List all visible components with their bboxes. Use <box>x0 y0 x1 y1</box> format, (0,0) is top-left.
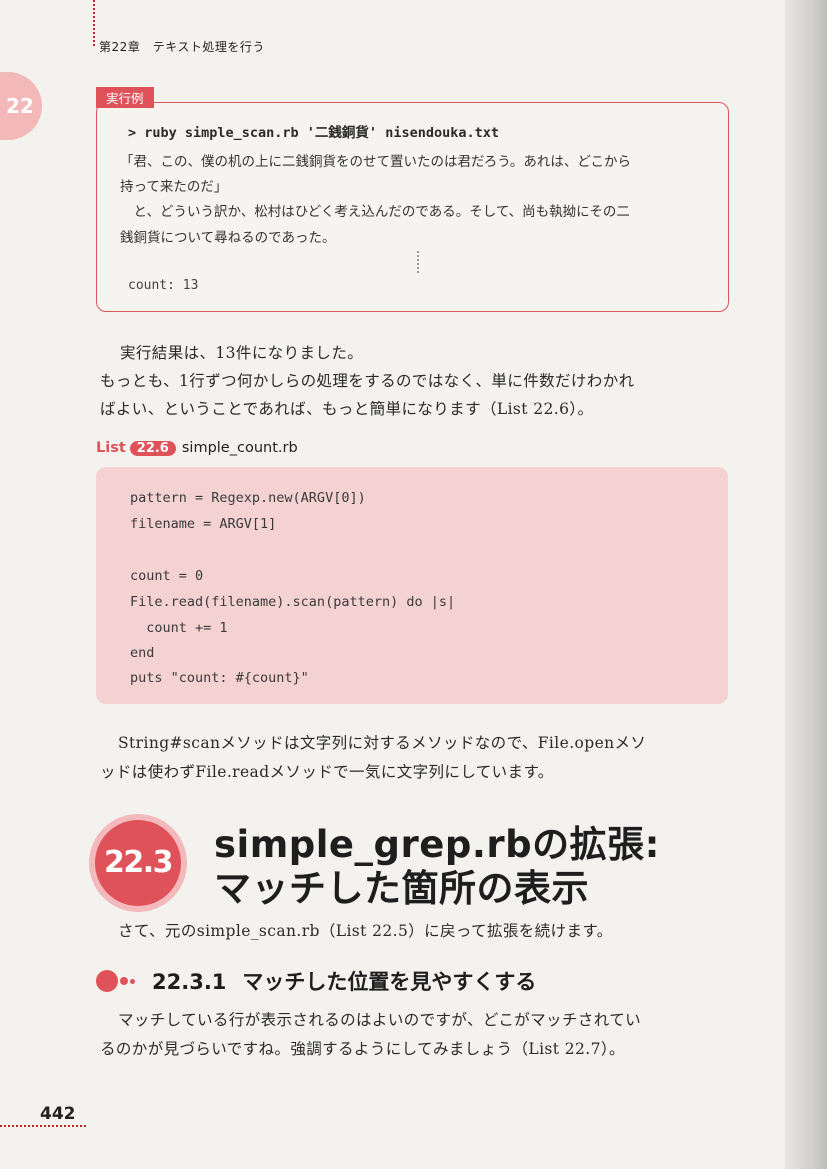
body-text-line: るのかが見づらいですね。強調するようにしてみましょう（List 22.7）。 <box>100 1040 625 1058</box>
section-number-badge: 22.3 <box>95 820 181 906</box>
chapter-header: 第22章 テキスト処理を行う <box>99 40 265 54</box>
code-line: File.read(filename).scan(pattern) do |s| <box>130 594 456 610</box>
subsection-number: 22.3.1 <box>152 970 227 994</box>
code-line: end <box>130 645 155 661</box>
code-line: puts "count: #{count}" <box>130 670 309 686</box>
code-line: pattern = Regexp.new(ARGV[0]) <box>130 490 366 506</box>
execution-count: count: 13 <box>128 278 199 293</box>
list-label: List <box>96 440 126 456</box>
header-dotted-rule <box>93 0 95 46</box>
code-line: filename = ARGV[1] <box>130 516 277 532</box>
body-text-line: ッドは使わずFile.readメソッドで一気に文字列にしています。 <box>100 763 554 781</box>
execution-output-line: と、どういう訳か、松村はひどく考え込んだのである。そして、尚も執拗にその二 <box>120 204 630 220</box>
body-text-line: 実行結果は、13件になりました。 <box>120 344 364 362</box>
execution-output-line: 持って来たのだ」 <box>120 179 228 195</box>
execution-output-line: 銭銅貨について尋ねるのであった。 <box>120 230 336 246</box>
body-text-line: もっとも、1行ずつ何かしらの処理をするのではなく、単に件数だけわかれ <box>100 372 635 390</box>
list-number-badge: 22.6 <box>129 441 176 456</box>
execution-example-label: 実行例 <box>96 87 154 108</box>
section-number: 22.3 <box>103 845 174 880</box>
subsection-title: マッチした位置を見やすくする <box>242 970 537 994</box>
body-text-line: さて、元のsimple_scan.rb（List 22.5）に戻って拡張を続けま… <box>118 922 613 940</box>
list-title: simple_count.rb <box>181 440 298 456</box>
body-text-line: String#scanメソッドは文字列に対するメソッドなので、File.open… <box>118 734 647 752</box>
execution-output-line: 「君、この、僕の机の上に二銭銅貨をのせて置いたのは君だろう。あれは、どこから <box>120 154 631 170</box>
page-number: 442 <box>40 1104 76 1124</box>
chapter-tab: 22 <box>0 72 42 140</box>
chapter-tab-number: 22 <box>6 94 34 118</box>
vertical-ellipsis <box>417 251 419 273</box>
body-text-line: ばよい、ということであれば、もっと簡単になります（List 22.6）。 <box>100 400 594 418</box>
section-title-line: マッチした箇所の表示 <box>214 867 589 910</box>
body-text-line: マッチしている行が表示されるのはよいのですが、どこがマッチされてい <box>118 1011 641 1029</box>
code-line: count = 0 <box>130 568 204 584</box>
page-gutter <box>785 0 827 1169</box>
subsection-heading: 22.3.1 マッチした位置を見やすくする <box>152 966 536 996</box>
footer-dotted-rule <box>0 1125 86 1127</box>
list-caption: List 22.6 simple_count.rb <box>96 440 298 456</box>
code-line: count += 1 <box>130 620 228 636</box>
execution-command: > ruby simple_scan.rb '二銭銅貨' nisendouka.… <box>128 125 499 141</box>
